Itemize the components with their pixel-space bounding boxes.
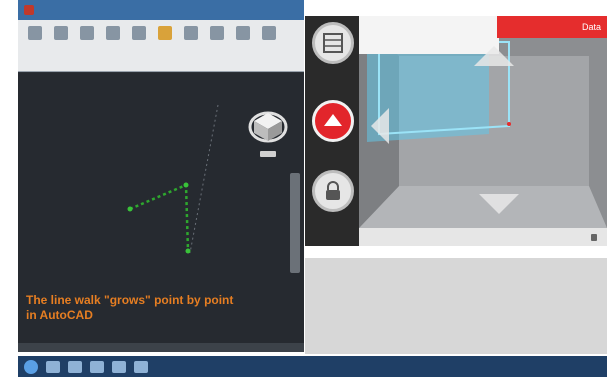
ribbon-tool-layers[interactable] xyxy=(154,26,176,71)
polyline-vertex xyxy=(127,206,133,212)
start-button[interactable] xyxy=(24,359,38,374)
arc-tool-icon xyxy=(106,26,120,40)
overlay-caption: The line walk "grows" point by point in … xyxy=(26,293,234,322)
top-red-bar[interactable]: Data xyxy=(497,16,607,38)
ribbon-tool-arc[interactable] xyxy=(102,26,124,71)
taskbar-app-icon[interactable] xyxy=(134,360,148,373)
polyline-vertex xyxy=(185,248,191,254)
room-scene xyxy=(359,16,607,228)
autocad-window: The line walk "grows" point by point in … xyxy=(18,0,304,352)
3d-viewport[interactable]: Data xyxy=(359,16,607,228)
ribbon-tool-dimension[interactable] xyxy=(206,26,228,71)
ribbon-tool-text[interactable] xyxy=(180,26,202,71)
phone-app: Data xyxy=(305,16,607,246)
hand-icon[interactable] xyxy=(589,232,599,242)
circle-tool-icon xyxy=(80,26,94,40)
polyline-vertex xyxy=(183,182,189,188)
ribbon-tool-properties[interactable] xyxy=(258,26,280,71)
taskbar-app-icon[interactable] xyxy=(90,360,104,373)
vertical-scrollbar[interactable] xyxy=(290,173,300,273)
autocad-ribbon xyxy=(18,20,304,72)
move-tool-icon xyxy=(132,26,146,40)
lock-icon xyxy=(326,181,340,200)
green-polyline xyxy=(129,183,190,252)
ribbon-tool-circle[interactable] xyxy=(76,26,98,71)
ribbon-tool-block[interactable] xyxy=(232,26,254,71)
autocad-app-icon[interactable] xyxy=(24,5,34,15)
polyline-tool-icon xyxy=(54,26,68,40)
text-panel xyxy=(305,256,607,354)
line-tool-icon xyxy=(28,26,42,40)
ribbon-tool-line[interactable] xyxy=(24,26,46,71)
ribbon-tool-polyline[interactable] xyxy=(50,26,72,71)
taskbar-app-icon[interactable] xyxy=(46,360,60,373)
ribbon-tool-move[interactable] xyxy=(128,26,150,71)
taskbar-app-icon[interactable] xyxy=(68,360,82,373)
layers-tool-icon xyxy=(158,26,172,40)
guide-line xyxy=(189,104,219,254)
grid-icon xyxy=(323,33,343,53)
text-tool-icon xyxy=(184,26,198,40)
properties-tool-icon xyxy=(262,26,276,40)
drawing-canvas[interactable]: The line walk "grows" point by point in … xyxy=(18,73,304,343)
grid-button[interactable] xyxy=(312,22,354,64)
up-arrow-icon xyxy=(324,114,342,126)
block-tool-icon xyxy=(236,26,250,40)
lock-button[interactable] xyxy=(312,170,354,212)
autocad-status-bar xyxy=(18,343,304,352)
taskbar-app-icon[interactable] xyxy=(112,360,126,373)
phone-bottom-toolbar xyxy=(359,228,607,246)
viewcube-icon[interactable] xyxy=(248,107,288,161)
dimension-tool-icon xyxy=(210,26,224,40)
red-bar-label: Data xyxy=(581,22,601,32)
autocad-titlebar xyxy=(18,0,304,20)
up-button[interactable] xyxy=(312,100,354,142)
taskbar xyxy=(18,356,607,377)
